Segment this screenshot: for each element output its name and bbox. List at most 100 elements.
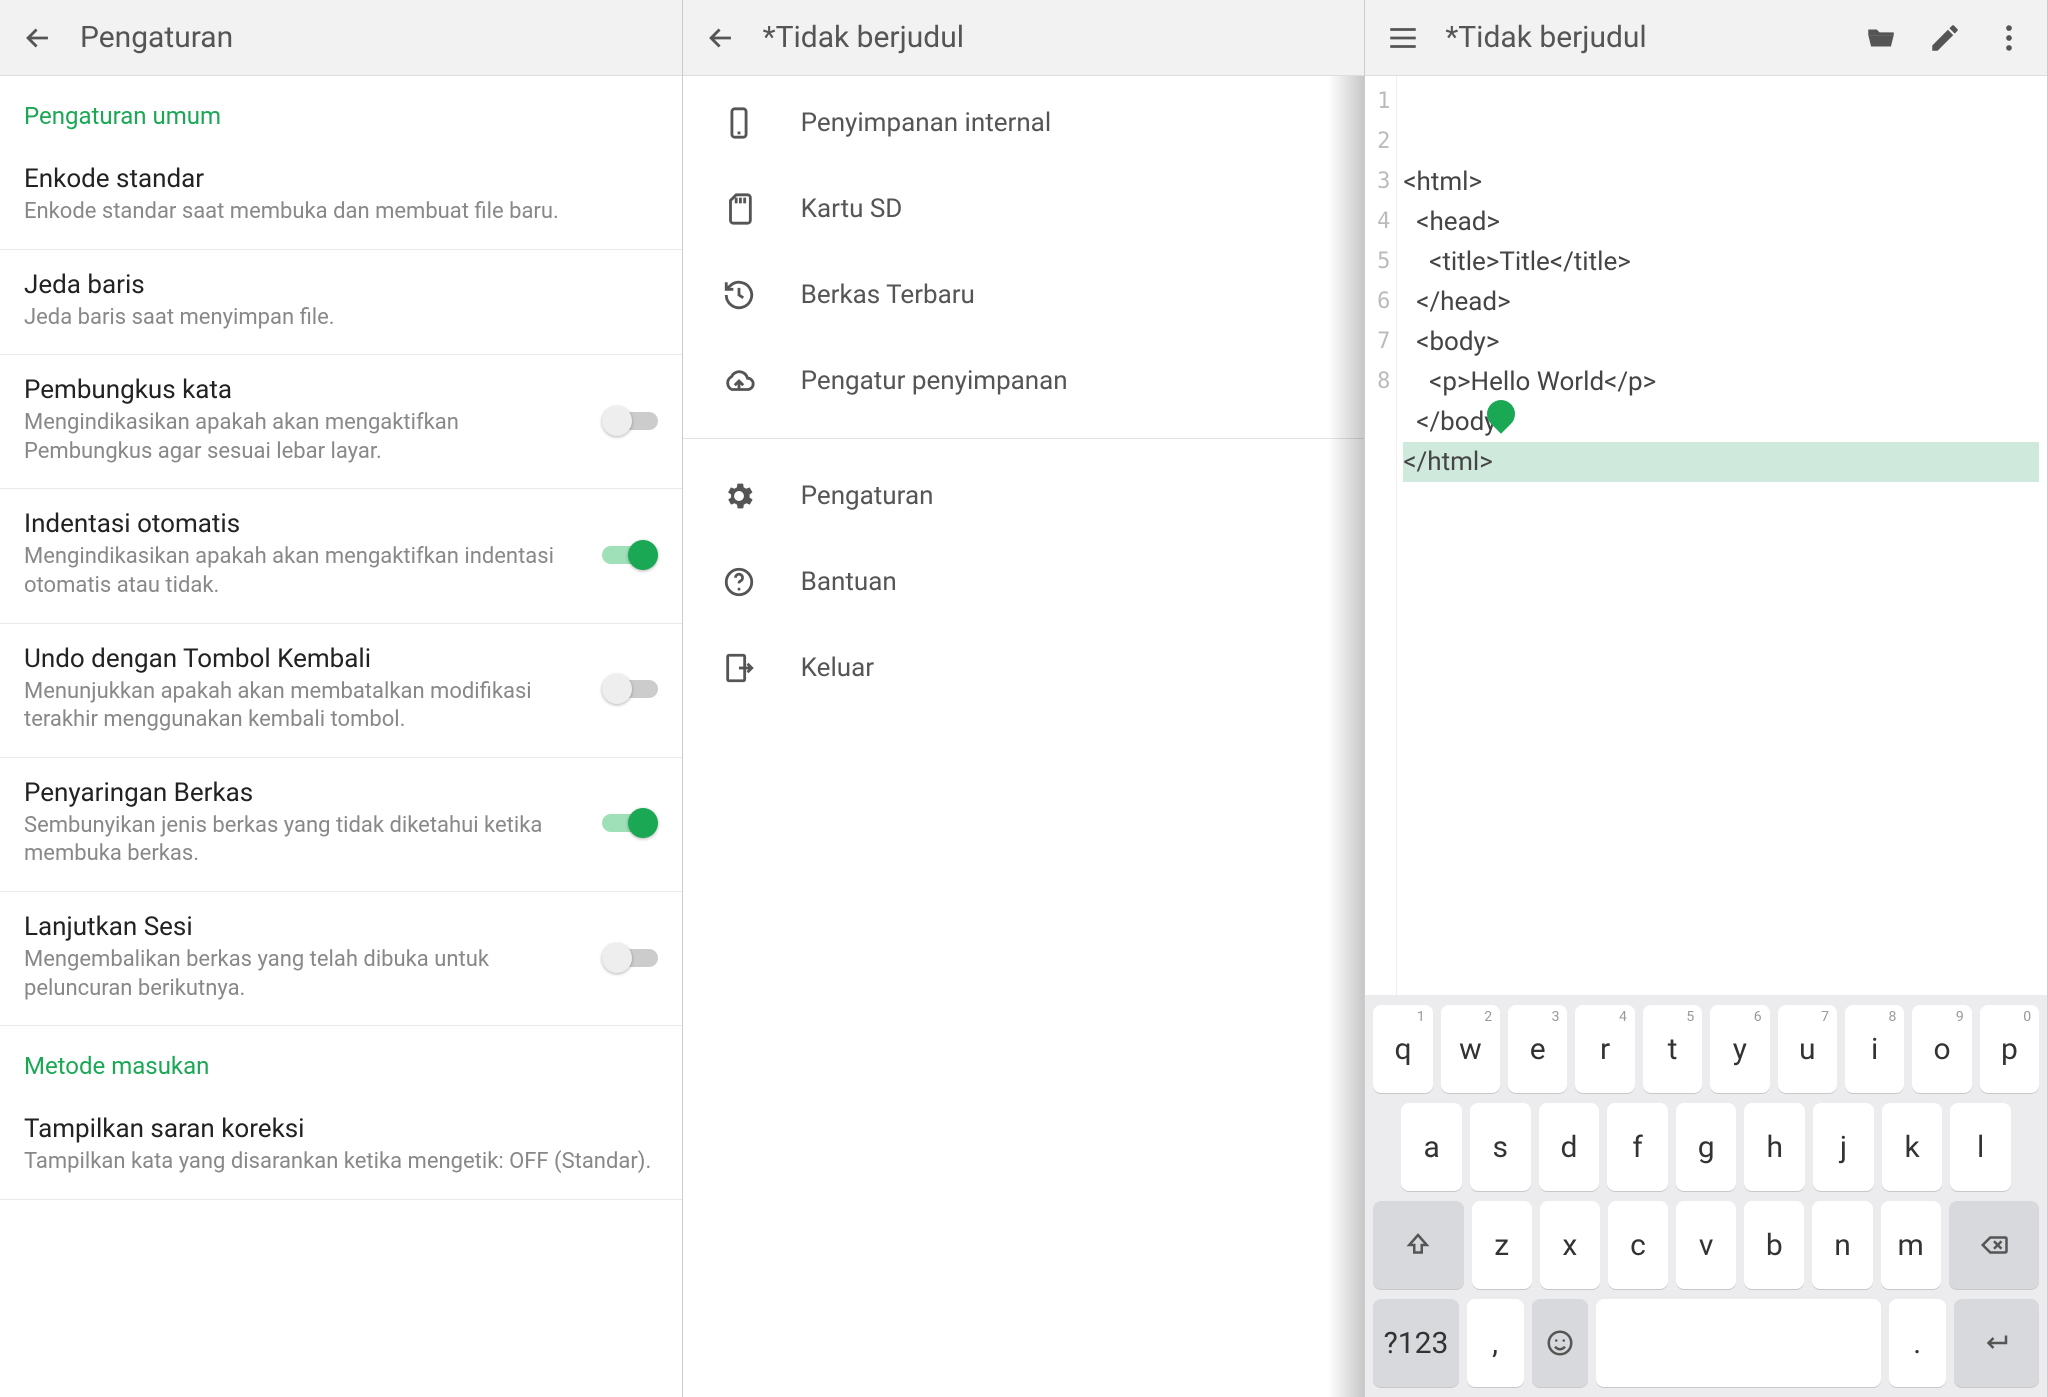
code-line[interactable]: </head> <box>1403 282 2039 322</box>
key-m[interactable]: m <box>1881 1201 1941 1289</box>
key-x[interactable]: x <box>1540 1201 1600 1289</box>
key-a[interactable]: a <box>1401 1103 1462 1191</box>
code-line[interactable]: <p>Hello World</p> <box>1403 362 2039 402</box>
drawer-item[interactable]: Keluar <box>683 625 1365 711</box>
sdcard-icon <box>721 191 757 227</box>
enter-key[interactable] <box>1954 1299 2039 1387</box>
phone-icon <box>721 105 757 141</box>
emoji-key[interactable] <box>1532 1299 1589 1387</box>
drawer-item-label: Pengatur penyimpanan <box>801 366 1068 396</box>
back-icon[interactable] <box>699 16 743 60</box>
key-j[interactable]: j <box>1813 1103 1874 1191</box>
code-line[interactable]: <html> <box>1403 162 2039 202</box>
key-n[interactable]: n <box>1812 1201 1872 1289</box>
key-y[interactable]: y6 <box>1710 1005 1769 1093</box>
code-editor[interactable]: 12345678 <html> <head> <title>Title</tit… <box>1365 76 2047 995</box>
setting-item[interactable]: Undo dengan Tombol KembaliMenunjukkan ap… <box>0 624 682 758</box>
key-r[interactable]: r4 <box>1575 1005 1634 1093</box>
line-number: 8 <box>1365 362 1396 402</box>
drawer-appbar: *Tidak berjudul <box>683 0 1365 76</box>
drawer-panel: *Tidak berjudul Penyimpanan internalKart… <box>683 0 1366 1397</box>
setting-item[interactable]: Enkode standarEnkode standar saat membuk… <box>0 144 682 250</box>
line-number: 4 <box>1365 202 1396 242</box>
key-c[interactable]: c <box>1608 1201 1668 1289</box>
setting-item[interactable]: Jeda baris Jeda baris saat menyimpan file… <box>0 250 682 356</box>
code-line[interactable]: <body> <box>1403 322 2039 362</box>
editor-panel: *Tidak berjudul 12345678 <html> <head> <… <box>1365 0 2048 1397</box>
key-h[interactable]: h <box>1744 1103 1805 1191</box>
more-icon[interactable] <box>1987 16 2031 60</box>
soft-keyboard: q1w2e3r4t5y6u7i8o9p0 asdfghjkl zxcvbnm ?… <box>1365 995 2047 1397</box>
drawer-item[interactable]: Kartu SD <box>683 166 1365 252</box>
backspace-key[interactable] <box>1949 1201 2039 1289</box>
shift-key[interactable] <box>1373 1201 1463 1289</box>
drawer-item-label: Keluar <box>801 653 874 683</box>
setting-item[interactable]: Penyaringan BerkasSembunyikan jenis berk… <box>0 758 682 892</box>
key-p[interactable]: p0 <box>1980 1005 2039 1093</box>
section-header: Metode masukan <box>0 1026 682 1094</box>
toggle-switch[interactable] <box>602 540 658 570</box>
key-t[interactable]: t5 <box>1643 1005 1702 1093</box>
setting-title: Tampilkan saran koreksi <box>24 1114 658 1144</box>
setting-item[interactable]: Pembungkus kataMengindikasikan apakah ak… <box>0 355 682 489</box>
drawer-item-label: Berkas Terbaru <box>801 280 975 310</box>
period-key[interactable]: . <box>1889 1299 1946 1387</box>
key-l[interactable]: l <box>1950 1103 2011 1191</box>
folder-open-icon[interactable] <box>1859 16 1903 60</box>
setting-title: Indentasi otomatis <box>24 509 582 539</box>
key-q[interactable]: q1 <box>1373 1005 1432 1093</box>
exit-icon <box>721 650 757 686</box>
drawer-item[interactable]: Pengatur penyimpanan <box>683 338 1365 424</box>
key-w[interactable]: w2 <box>1441 1005 1500 1093</box>
key-g[interactable]: g <box>1676 1103 1737 1191</box>
setting-item[interactable]: Indentasi otomatisMengindikasikan apakah… <box>0 489 682 623</box>
key-i[interactable]: i8 <box>1845 1005 1904 1093</box>
spacebar-key[interactable] <box>1596 1299 1880 1387</box>
drawer-item[interactable]: Berkas Terbaru <box>683 252 1365 338</box>
code-area[interactable]: <html> <head> <title>Title</title> </hea… <box>1397 76 2047 995</box>
setting-title: Enkode standar <box>24 164 658 194</box>
code-line[interactable]: </html> <box>1403 442 2039 482</box>
settings-panel: Pengaturan Pengaturan umumEnkode standar… <box>0 0 683 1397</box>
drawer-item[interactable]: Penyimpanan internal <box>683 80 1365 166</box>
toggle-switch[interactable] <box>602 808 658 838</box>
code-line[interactable]: <head> <box>1403 202 2039 242</box>
hamburger-icon[interactable] <box>1381 16 1425 60</box>
setting-item[interactable]: Lanjutkan SesiMengembalikan berkas yang … <box>0 892 682 1026</box>
line-number: 2 <box>1365 122 1396 162</box>
key-d[interactable]: d <box>1539 1103 1600 1191</box>
cloud-icon <box>721 363 757 399</box>
setting-title: Penyaringan Berkas <box>24 778 582 808</box>
setting-subtitle: Mengembalikan berkas yang telah dibuka u… <box>24 946 582 1003</box>
key-z[interactable]: z <box>1472 1201 1532 1289</box>
key-e[interactable]: e3 <box>1508 1005 1567 1093</box>
setting-title: Jeda baris <box>24 270 658 300</box>
code-line[interactable]: <title>Title</title> <box>1403 242 2039 282</box>
comma-key[interactable]: , <box>1467 1299 1524 1387</box>
back-icon[interactable] <box>16 16 60 60</box>
drawer-item-label: Pengaturan <box>801 481 934 511</box>
key-v[interactable]: v <box>1676 1201 1736 1289</box>
setting-title: Undo dengan Tombol Kembali <box>24 644 582 674</box>
setting-subtitle: Tampilkan kata yang disarankan ketika me… <box>24 1148 658 1177</box>
setting-item[interactable]: Tampilkan saran koreksi Tampilkan kata ya… <box>0 1094 682 1200</box>
toggle-switch[interactable] <box>602 406 658 436</box>
key-u[interactable]: u7 <box>1778 1005 1837 1093</box>
toggle-switch[interactable] <box>602 943 658 973</box>
drawer-item[interactable]: Bantuan <box>683 539 1365 625</box>
line-number: 6 <box>1365 282 1396 322</box>
key-k[interactable]: k <box>1882 1103 1943 1191</box>
settings-list[interactable]: Pengaturan umumEnkode standarEnkode stan… <box>0 76 682 1397</box>
divider <box>683 438 1365 439</box>
settings-title: Pengaturan <box>80 20 666 55</box>
key-s[interactable]: s <box>1470 1103 1531 1191</box>
toggle-switch[interactable] <box>602 674 658 704</box>
key-o[interactable]: o9 <box>1912 1005 1971 1093</box>
section-header: Pengaturan umum <box>0 76 682 144</box>
setting-subtitle: Jeda baris saat menyimpan file. <box>24 304 658 333</box>
symbols-key[interactable]: ?123 <box>1373 1299 1458 1387</box>
key-b[interactable]: b <box>1744 1201 1804 1289</box>
edit-icon[interactable] <box>1923 16 1967 60</box>
key-f[interactable]: f <box>1607 1103 1668 1191</box>
drawer-item[interactable]: Pengaturan <box>683 453 1365 539</box>
